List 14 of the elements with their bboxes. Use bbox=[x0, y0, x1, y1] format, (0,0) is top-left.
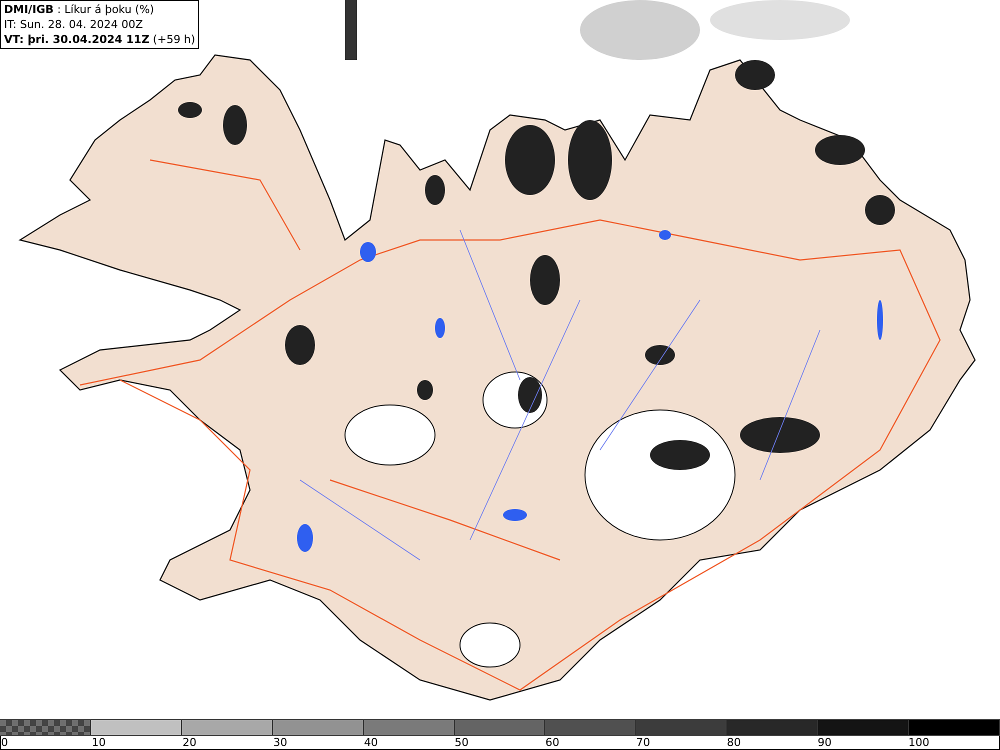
legend-label: 80 bbox=[726, 736, 741, 749]
legend-label: 40 bbox=[364, 736, 378, 749]
legend-label: 0 bbox=[1, 736, 8, 749]
legend-label: 70 bbox=[636, 736, 650, 749]
legend-label: 20 bbox=[182, 736, 196, 749]
legend-label: 50 bbox=[454, 736, 469, 749]
header-text: VT: þri. 30.04.2024 11Z (+59 h) bbox=[4, 32, 196, 47]
legend-label: 90 bbox=[818, 736, 832, 749]
legend-label: 10 bbox=[92, 736, 106, 749]
legend-label: 30 bbox=[273, 736, 288, 749]
header-text: DMI/IGB : Líkur á þoku (%) bbox=[4, 2, 156, 17]
header-text: IT: Sun. 28. 04. 2024 00Z bbox=[4, 17, 144, 32]
legend-label: 100 bbox=[908, 736, 930, 749]
legend-label: 60 bbox=[545, 736, 560, 749]
